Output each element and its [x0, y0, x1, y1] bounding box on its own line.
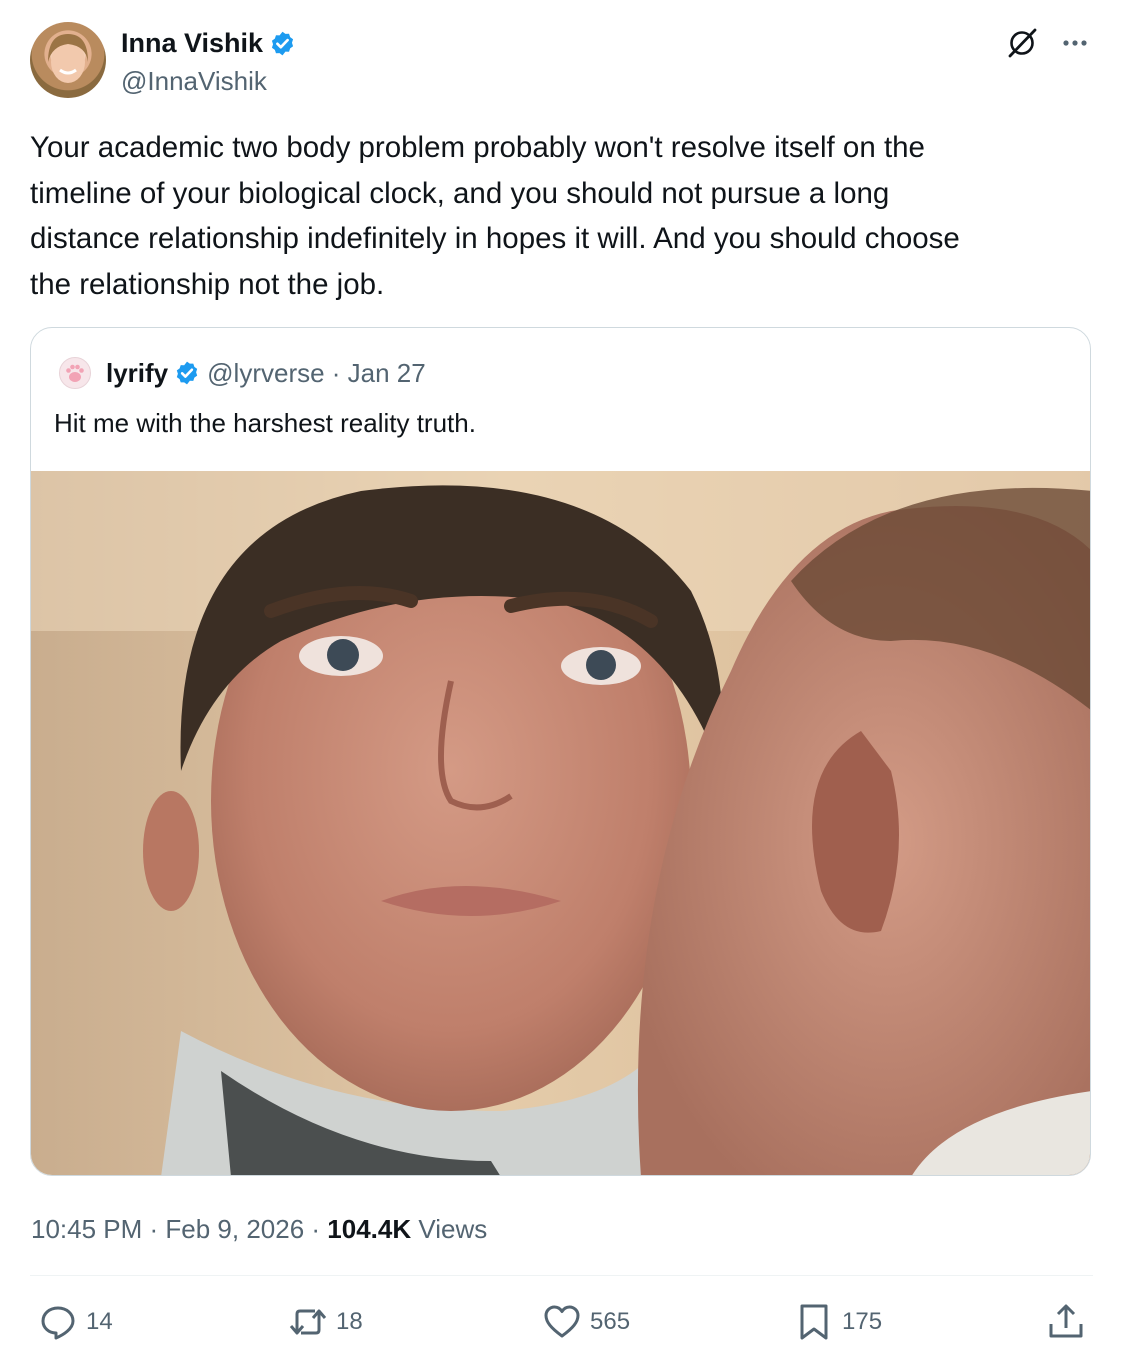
verified-badge-icon: [271, 31, 294, 55]
tweet-text: Your academic two body problem probably …: [30, 131, 960, 301]
share-button[interactable]: [1046, 1300, 1086, 1344]
like-button[interactable]: 565: [542, 1300, 630, 1344]
quoted-header: lyrify @lyrverse · Jan 27: [106, 355, 426, 391]
more-options-icon[interactable]: [1058, 30, 1092, 56]
quoted-text: Hit me with the harshest reality truth.: [54, 408, 476, 438]
repost-count: 18: [336, 1308, 363, 1335]
author-handle[interactable]: @InnaVishik: [121, 65, 267, 97]
repost-icon: [289, 1309, 327, 1335]
reply-button[interactable]: 14: [38, 1300, 113, 1344]
tweet-timestamp[interactable]: 10:45 PM · Feb 9, 2026 · 104.4K Views: [31, 1211, 487, 1247]
timestamp-text[interactable]: 10:45 PM · Feb 9, 2026 ·: [31, 1214, 327, 1244]
quoted-media-image[interactable]: [31, 471, 1091, 1176]
author-avatar[interactable]: [30, 22, 106, 98]
quoted-author-name[interactable]: lyrify: [106, 355, 168, 391]
quoted-handle-date: @lyrverse · Jan 27: [207, 358, 426, 388]
verified-badge-icon: [176, 361, 198, 385]
like-count: 565: [590, 1308, 631, 1335]
quoted-author-avatar: [59, 357, 91, 389]
grok-icon[interactable]: [1005, 26, 1039, 60]
repost-button[interactable]: 18: [288, 1300, 363, 1344]
reply-count: 14: [86, 1308, 113, 1335]
paw-icon: [66, 364, 84, 382]
views-label: Views: [411, 1214, 488, 1244]
bookmark-count: 175: [842, 1308, 883, 1335]
bookmark-button[interactable]: 175: [794, 1300, 882, 1344]
heart-icon: [544, 1305, 580, 1338]
bookmark-icon: [800, 1304, 828, 1340]
share-icon: [1049, 1304, 1083, 1338]
views-count: 104.4K: [327, 1214, 412, 1244]
author-name[interactable]: Inna Vishik: [121, 27, 296, 59]
reply-icon: [41, 1306, 75, 1340]
quoted-tweet[interactable]: lyrify @lyrverse · Jan 27 Hit me with th…: [30, 327, 1091, 1176]
divider: [30, 1275, 1093, 1276]
author-name-text[interactable]: Inna Vishik: [121, 27, 263, 59]
